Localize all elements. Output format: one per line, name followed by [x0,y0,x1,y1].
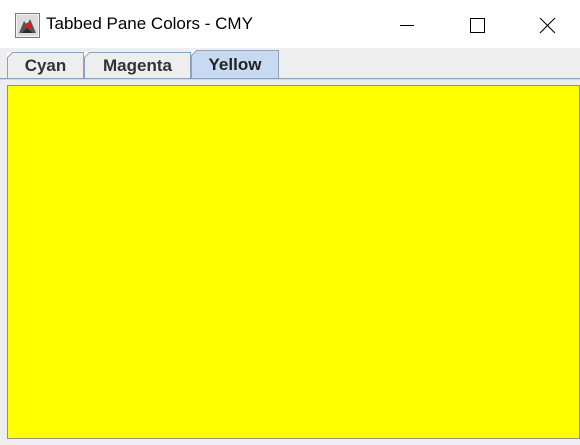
tab-label: Yellow [208,55,262,74]
title-bar[interactable]: Tabbed Pane Colors - CMY [0,0,580,48]
tab-yellow[interactable]: Yellow [191,50,279,79]
close-button[interactable] [518,0,576,48]
tab-cyan[interactable]: Cyan [7,52,84,78]
tab-label: Magenta [103,56,172,75]
window-title: Tabbed Pane Colors - CMY [46,14,253,33]
maximize-icon [470,18,485,33]
maximize-button[interactable] [448,0,506,48]
tab-strip: Cyan Magenta Yellow [0,48,580,80]
tab-label: Cyan [24,56,67,75]
tab-corner-icon [191,50,197,56]
tab-corner-icon [84,52,90,58]
minimize-icon [400,25,414,26]
tab-corner-icon [7,52,13,58]
application-window: Tabbed Pane Colors - CMY Cyan Magenta Ye… [0,0,580,445]
minimize-button[interactable] [378,0,436,48]
color-panel [7,85,580,439]
close-icon [539,17,556,34]
tab-magenta[interactable]: Magenta [84,52,191,78]
java-duke-icon [15,13,40,38]
